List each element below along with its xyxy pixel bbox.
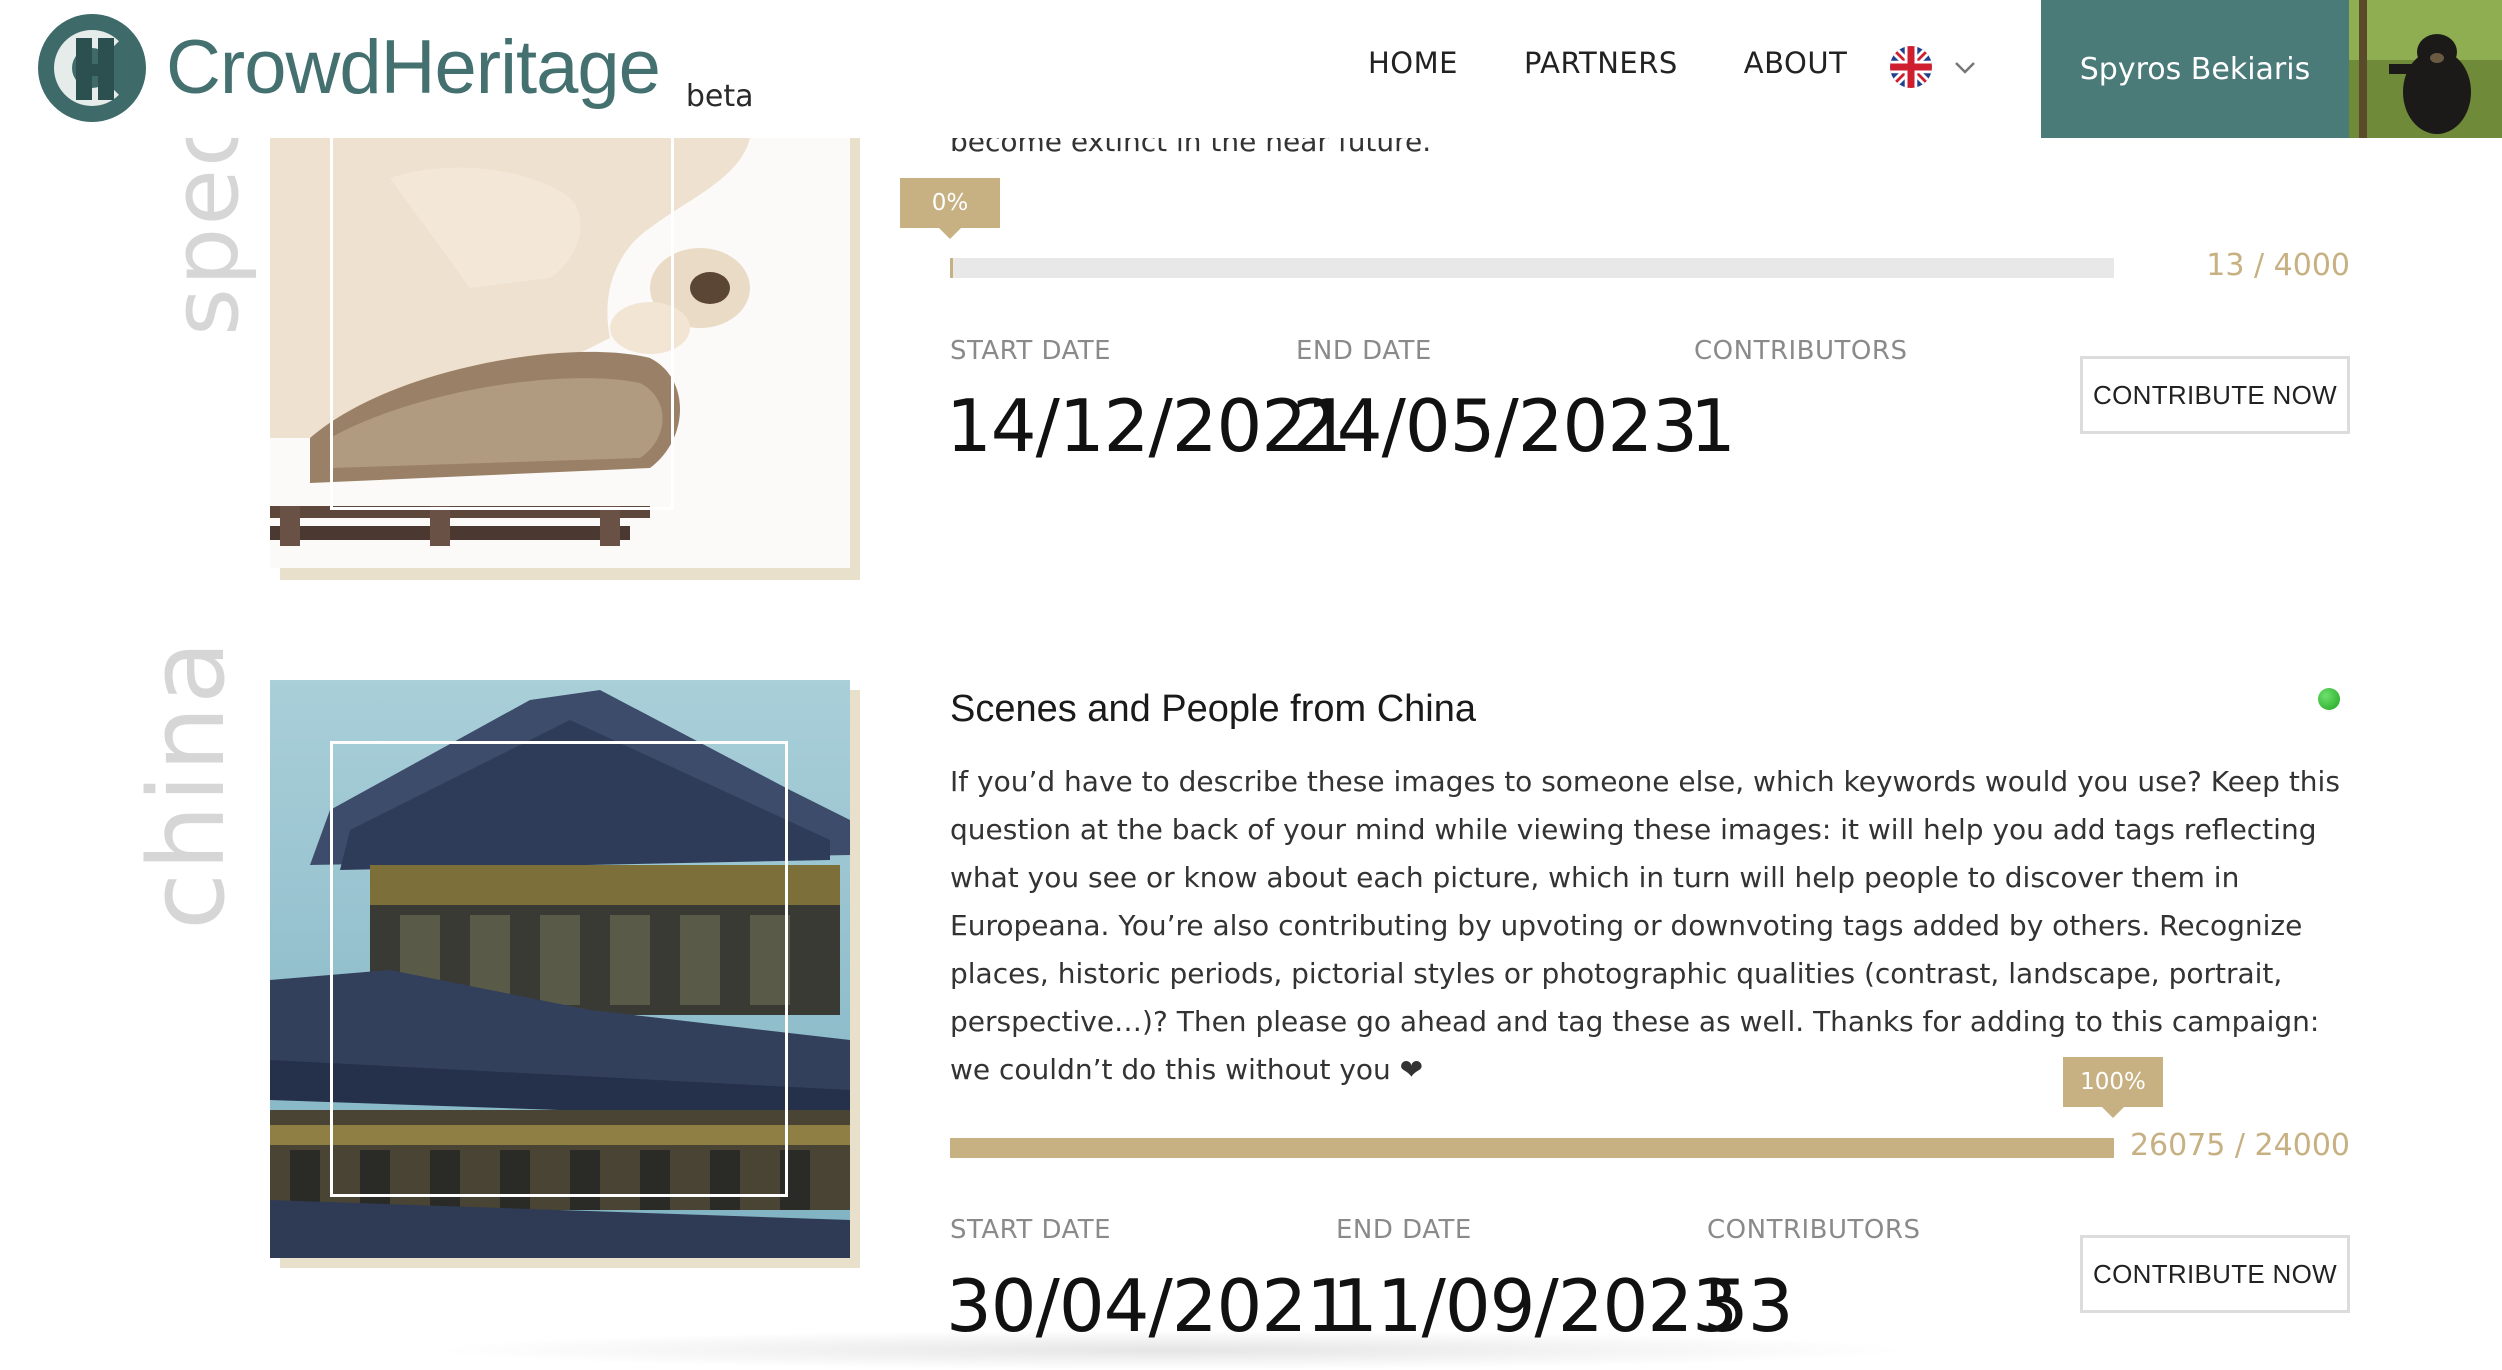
language-selector[interactable] (1890, 46, 1976, 88)
site-header: CrowdHeritage beta HOME PARTNERS ABOUT S… (0, 0, 2502, 138)
contribute-now-button[interactable]: CONTRIBUTE NOW (2080, 356, 2350, 434)
thumbnail-frame (330, 138, 674, 510)
start-date-value: 14/12/2021 (946, 384, 1352, 468)
campaign-title[interactable]: Scenes and People from China (950, 688, 1476, 731)
campaign-description: If you’d have to describe these images t… (950, 765, 2340, 1086)
progress-bar-fill (950, 258, 954, 278)
progress-percent-badge: 100% (2063, 1057, 2163, 1118)
uk-flag-icon (1890, 46, 1932, 88)
start-date-label: START DATE (950, 336, 1112, 366)
campaign-side-label: china (126, 638, 248, 930)
chevron-down-icon (1954, 56, 1976, 78)
end-date-label: END DATE (1336, 1215, 1472, 1245)
progress-bar (950, 1138, 2114, 1158)
user-name: Spyros Bekiaris (2079, 51, 2311, 87)
nav-about[interactable]: ABOUT (1744, 46, 1848, 80)
logo-mark-icon (38, 14, 146, 122)
main-nav: HOME PARTNERS ABOUT (1368, 46, 1913, 80)
campaign-side-label: spec (152, 114, 259, 336)
progress-percent-badge: 0% (900, 178, 1000, 239)
progress-count: 13 / 4000 (2206, 248, 2350, 283)
progress-count: 26075 / 24000 (2129, 1128, 2350, 1163)
start-date-label: START DATE (950, 1215, 1112, 1245)
beta-badge: beta (685, 79, 754, 114)
nav-partners[interactable]: PARTNERS (1524, 46, 1678, 80)
contributors-value: 1 (1690, 384, 1736, 468)
progress-bar (950, 258, 2114, 278)
site-logo[interactable]: CrowdHeritage beta (38, 14, 754, 122)
bottom-shadow (420, 1330, 1920, 1370)
user-menu-button[interactable]: Spyros Bekiaris (2041, 0, 2349, 138)
nav-home[interactable]: HOME (1368, 46, 1458, 80)
user-avatar[interactable] (2349, 0, 2502, 138)
brand-name: CrowdHeritage (166, 25, 661, 110)
contributors-label: CONTRIBUTORS (1694, 336, 1908, 366)
contributors-label: CONTRIBUTORS (1707, 1215, 1921, 1245)
end-date-label: END DATE (1296, 336, 1432, 366)
thumbnail-frame (330, 741, 788, 1197)
progress-bar-fill (950, 1138, 2114, 1158)
contribute-now-button[interactable]: CONTRIBUTE NOW (2080, 1235, 2350, 1313)
status-active-indicator (2318, 688, 2340, 710)
end-date-value: 24/05/2023 (1292, 384, 1698, 468)
